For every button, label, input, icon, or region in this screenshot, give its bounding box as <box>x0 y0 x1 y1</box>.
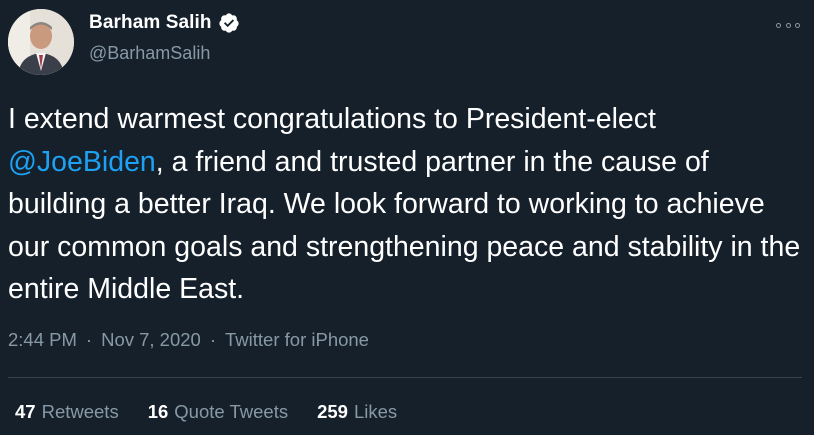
tweet-card: Barham Salih @BarhamSalih I extend warme… <box>0 0 814 435</box>
tweet-text: I extend warmest congratulations to Pres… <box>8 98 808 311</box>
more-dot <box>795 22 800 28</box>
tweet-meta: 2:44 PM · Nov 7, 2020 · Twitter for iPho… <box>8 329 369 351</box>
retweets-count: 47 <box>15 401 36 422</box>
avatar-image <box>8 9 74 75</box>
meta-separator: · <box>85 329 93 350</box>
quote-tweets-stat[interactable]: 16 Quote Tweets <box>148 401 288 423</box>
retweets-stat[interactable]: 47 Retweets <box>15 401 119 423</box>
likes-label: Likes <box>353 401 398 422</box>
quote-tweets-label: Quote Tweets <box>174 401 289 422</box>
tweet-date[interactable]: Nov 7, 2020 <box>101 329 201 351</box>
verified-badge-icon <box>218 12 240 34</box>
more-dot <box>785 22 791 28</box>
more-options-icon[interactable] <box>776 18 800 32</box>
tweet-source[interactable]: Twitter for iPhone <box>225 329 369 351</box>
tweet-time[interactable]: 2:44 PM <box>8 329 77 351</box>
author-handle[interactable]: @BarhamSalih <box>89 43 210 64</box>
meta-separator: · <box>209 329 217 350</box>
mention-link[interactable]: @JoeBiden <box>8 146 156 178</box>
author-display-name[interactable]: Barham Salih <box>89 12 212 34</box>
quote-tweets-count: 16 <box>147 401 169 422</box>
likes-stat[interactable]: 259 Likes <box>317 401 397 423</box>
tweet-text-start: I extend warmest congratulations to Pres… <box>8 103 656 135</box>
retweets-label: Retweets <box>41 401 119 422</box>
more-dot <box>776 22 781 28</box>
likes-count: 259 <box>317 401 348 422</box>
author-name-row[interactable]: Barham Salih <box>89 12 240 34</box>
tweet-stats: 47 Retweets 16 Quote Tweets 259 Likes <box>15 401 426 423</box>
avatar[interactable] <box>8 9 74 75</box>
divider <box>8 377 802 378</box>
